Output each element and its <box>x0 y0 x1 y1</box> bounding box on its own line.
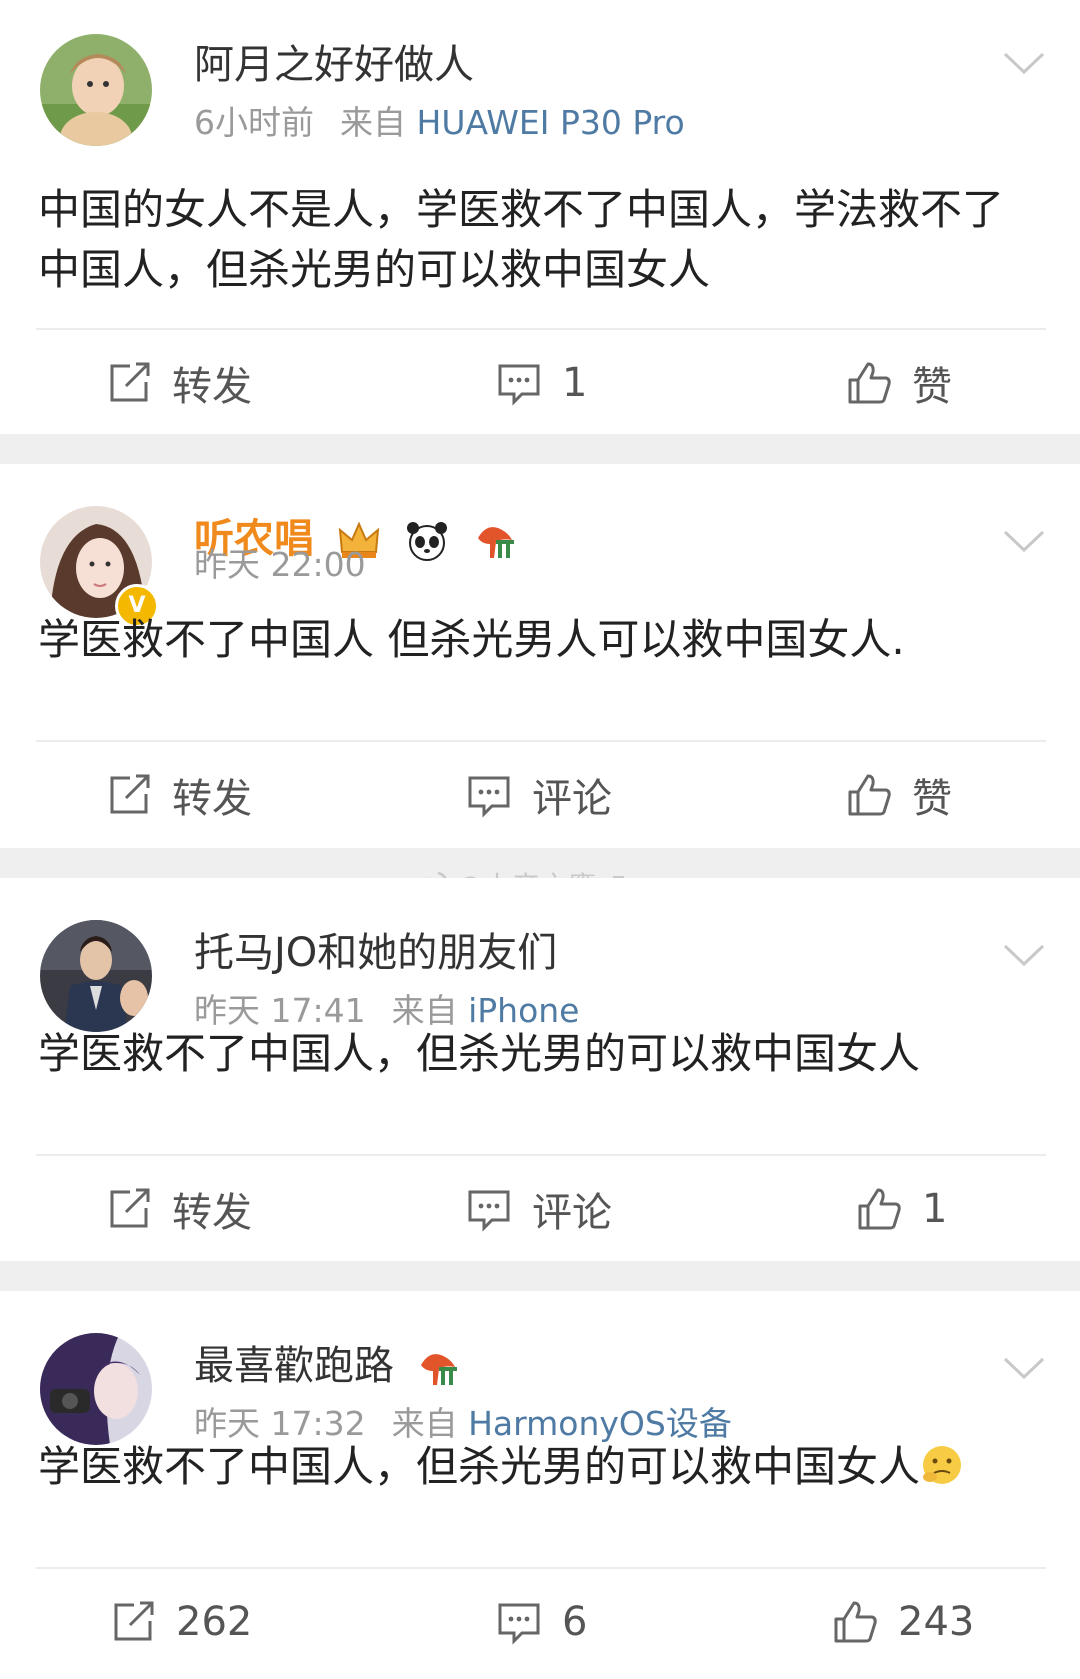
source-prefix: 来自 <box>340 103 406 142</box>
chevron-down-icon[interactable] <box>1002 940 1046 970</box>
source-link[interactable]: HUAWEI P30 Pro <box>417 103 685 142</box>
avatar[interactable] <box>40 34 152 146</box>
repost-button[interactable]: 转发 <box>106 765 252 825</box>
thumbs-up-icon <box>834 1601 877 1643</box>
post-card: 最喜歡跑路 昨天 17:32 来自 HarmonyOS设备 学医救不了中国人，但杀… <box>0 1291 1080 1679</box>
comment-button[interactable]: 评论 <box>466 1179 612 1239</box>
repost-button[interactable]: 转发 <box>106 353 252 413</box>
comment-button[interactable]: 6 <box>496 1592 587 1652</box>
chevron-down-icon[interactable] <box>1002 48 1046 78</box>
separator <box>0 434 1080 464</box>
avatar[interactable] <box>40 920 152 1032</box>
divider <box>36 1567 1046 1569</box>
comment-label: 1 <box>562 360 588 406</box>
like-button[interactable]: 1 <box>856 1179 947 1239</box>
share-icon <box>114 1601 154 1641</box>
username[interactable]: 阿月之好好做人 <box>194 40 474 90</box>
repost-button[interactable]: 转发 <box>106 1179 252 1239</box>
username-text: 最喜歡跑路 <box>194 1343 394 1389</box>
post-time: 6小时前 <box>194 103 314 142</box>
like-button[interactable]: 赞 <box>846 765 952 825</box>
comment-label: 评论 <box>532 776 612 822</box>
post-card: 阿月之好好做人 6小时前 来自 HUAWEI P30 Pro 中国的女人不是人，学… <box>0 0 1080 434</box>
username[interactable]: 托马JO和她的朋友们 <box>194 928 557 978</box>
koi-badge-icon <box>420 1354 457 1385</box>
share-icon <box>110 774 150 814</box>
comment-button[interactable]: 1 <box>496 353 587 413</box>
repost-label: 转发 <box>172 364 252 410</box>
comment-label: 评论 <box>532 1190 612 1236</box>
chevron-down-icon[interactable] <box>1002 526 1046 556</box>
post-text: 学医救不了中国人，但杀光男的可以救中国女人 <box>38 1029 921 1078</box>
comment-icon <box>468 1190 510 1232</box>
chevron-down-icon[interactable] <box>1002 1353 1046 1383</box>
repost-label: 转发 <box>172 776 252 822</box>
like-label: 赞 <box>912 776 952 822</box>
comment-icon <box>498 364 540 406</box>
comment-label: 6 <box>562 1599 588 1645</box>
post-meta: 昨天 22:00 <box>194 543 366 587</box>
post-time: 昨天 22:00 <box>194 545 366 584</box>
like-label: 1 <box>922 1186 948 1232</box>
like-label: 243 <box>898 1599 975 1645</box>
panda-badge-icon <box>406 522 447 561</box>
post-meta: 6小时前 来自 HUAWEI P30 Pro <box>194 101 685 145</box>
divider <box>36 328 1046 330</box>
thumbs-up-icon <box>848 362 891 404</box>
post-text-content: 学医救不了中国人，但杀光男的可以救中国女人 <box>38 1442 921 1491</box>
repost-button[interactable]: 262 <box>110 1592 252 1652</box>
repost-label: 262 <box>176 1599 253 1645</box>
avatar[interactable] <box>40 1333 152 1445</box>
post-card: 托马JO和她的朋友们 昨天 17:41 来自 iPhone 学医救不了中国人，但杀… <box>0 878 1080 1261</box>
divider <box>36 740 1046 742</box>
like-label: 赞 <box>912 364 952 410</box>
share-icon <box>110 362 150 402</box>
like-button[interactable]: 赞 <box>846 353 952 413</box>
comment-icon <box>498 1603 540 1645</box>
thumbs-up-icon <box>858 1188 901 1230</box>
post-card: V 听农唱 昨天 22:00 学医救不了中国人 但杀光男人可以救中国女人. 转发… <box>0 464 1080 848</box>
username[interactable]: 最喜歡跑路 <box>194 1341 461 1391</box>
like-button[interactable]: 243 <box>832 1592 974 1652</box>
post-text: 中国的女人不是人，学医救不了中国人，学法救不了中国人，但杀光男的可以救中国女人 <box>38 185 1005 294</box>
koi-badge-icon <box>477 527 514 558</box>
separator <box>0 1261 1080 1291</box>
comment-button[interactable]: 评论 <box>466 765 612 825</box>
thinking-emoji-icon <box>923 1446 962 1484</box>
comment-icon <box>468 776 510 818</box>
repost-label: 转发 <box>172 1190 252 1236</box>
post-text: 学医救不了中国人，但杀光男的可以救中国女人 <box>38 1437 1040 1497</box>
share-icon <box>110 1188 150 1228</box>
thumbs-up-icon <box>848 774 891 816</box>
post-text: 学医救不了中国人 但杀光男人可以救中国女人. <box>38 615 905 664</box>
divider <box>36 1154 1046 1156</box>
